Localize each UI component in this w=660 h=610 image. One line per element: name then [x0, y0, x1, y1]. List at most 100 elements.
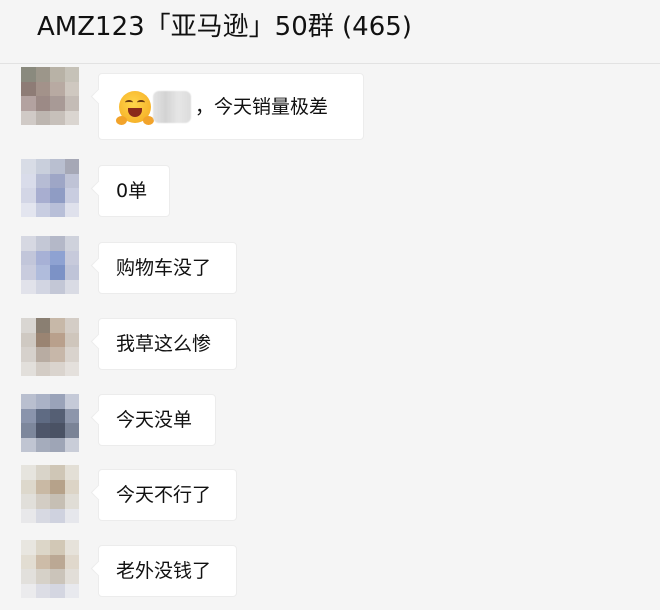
avatar-pixel [64, 554, 79, 569]
avatar-pixel [35, 250, 50, 265]
avatar-pixel [64, 540, 79, 555]
avatar-pixel [64, 110, 79, 125]
blurred-mention [153, 90, 191, 123]
avatar-pixel [21, 583, 36, 598]
avatar-pixel [64, 347, 79, 362]
avatar-pixel [21, 508, 36, 523]
avatar-pixel [21, 361, 36, 376]
avatar-pixel [35, 569, 50, 584]
avatar-pixel [64, 250, 79, 265]
chat-title: AMZ123「亚马逊」50群 (465) [37, 12, 412, 42]
avatar-pixel [64, 508, 79, 523]
message-text: 今天没单 [116, 409, 193, 431]
avatar-pixel [50, 110, 65, 125]
message-text: 老外没钱了 [116, 560, 212, 582]
avatar-pixel [50, 236, 65, 251]
avatar[interactable] [21, 540, 79, 598]
message-text: 我草这么惨 [116, 333, 212, 355]
message-text: 购物车没了 [116, 257, 212, 279]
avatar-pixel [50, 554, 65, 569]
avatar-pixel [21, 279, 36, 294]
avatar-pixel [35, 332, 50, 347]
avatar-pixel [21, 67, 36, 82]
avatar-pixel [35, 202, 50, 217]
avatar-pixel [64, 494, 79, 509]
avatar-pixel [64, 361, 79, 376]
avatar[interactable] [21, 159, 79, 217]
avatar-pixel [64, 96, 79, 111]
avatar-pixel [50, 250, 65, 265]
avatar-pixel [35, 279, 50, 294]
message-bubble: 老外没钱了 [98, 545, 237, 597]
avatar-pixel [21, 265, 36, 280]
message-bubble: 今天没单 [98, 394, 216, 446]
avatar-pixel [21, 465, 36, 480]
avatar-pixel [50, 437, 65, 452]
message-text: ，今天销量极差 [195, 95, 329, 118]
avatar-pixel [64, 423, 79, 438]
avatar-pixel [21, 188, 36, 203]
avatar-pixel [64, 67, 79, 82]
avatar-pixel [50, 318, 65, 333]
message-bubble: 0单 [98, 165, 170, 217]
avatar-pixel [35, 110, 50, 125]
avatar-pixel [50, 423, 65, 438]
avatar-pixel [21, 332, 36, 347]
avatar-pixel [21, 110, 36, 125]
avatar-pixel [35, 394, 50, 409]
avatar-pixel [50, 394, 65, 409]
avatar-pixel [21, 408, 36, 423]
laughing-emoji-icon [116, 90, 154, 125]
avatar-pixel [21, 318, 36, 333]
message-bubble: 购物车没了 [98, 242, 237, 294]
avatar-pixel [35, 236, 50, 251]
avatar-pixel [50, 408, 65, 423]
avatar-pixel [64, 394, 79, 409]
avatar-pixel [21, 554, 36, 569]
avatar-pixel [50, 188, 65, 203]
avatar-pixel [35, 96, 50, 111]
avatar-pixel [21, 540, 36, 555]
message-text: 今天不行了 [116, 484, 212, 506]
message-bubble: 我草这么惨 [98, 318, 237, 370]
avatar[interactable] [21, 465, 79, 523]
chat-header: AMZ123「亚马逊」50群 (465) [0, 0, 660, 64]
avatar-pixel [50, 494, 65, 509]
avatar-pixel [35, 437, 50, 452]
avatar[interactable] [21, 236, 79, 294]
avatar-pixel [50, 265, 65, 280]
avatar-pixel [35, 67, 50, 82]
avatar-pixel [21, 236, 36, 251]
avatar-pixel [35, 540, 50, 555]
avatar[interactable] [21, 67, 79, 125]
avatar-pixel [35, 347, 50, 362]
avatar-pixel [21, 202, 36, 217]
avatar-pixel [35, 479, 50, 494]
avatar-pixel [21, 394, 36, 409]
avatar-pixel [64, 279, 79, 294]
avatar-pixel [50, 540, 65, 555]
avatar-pixel [64, 81, 79, 96]
avatar[interactable] [21, 318, 79, 376]
avatar[interactable] [21, 394, 79, 452]
avatar-pixel [35, 265, 50, 280]
avatar-pixel [50, 569, 65, 584]
avatar-pixel [35, 423, 50, 438]
avatar-pixel [35, 318, 50, 333]
avatar-pixel [50, 96, 65, 111]
avatar-pixel [50, 202, 65, 217]
avatar-pixel [35, 188, 50, 203]
avatar-pixel [64, 236, 79, 251]
avatar-pixel [64, 465, 79, 480]
message-bubble: ，今天销量极差 [98, 73, 364, 140]
avatar-pixel [21, 173, 36, 188]
avatar-pixel [35, 159, 50, 174]
avatar-pixel [50, 361, 65, 376]
avatar-pixel [21, 479, 36, 494]
avatar-pixel [21, 569, 36, 584]
avatar-pixel [50, 67, 65, 82]
avatar-pixel [50, 332, 65, 347]
avatar-pixel [50, 279, 65, 294]
avatar-pixel [64, 202, 79, 217]
avatar-pixel [50, 508, 65, 523]
